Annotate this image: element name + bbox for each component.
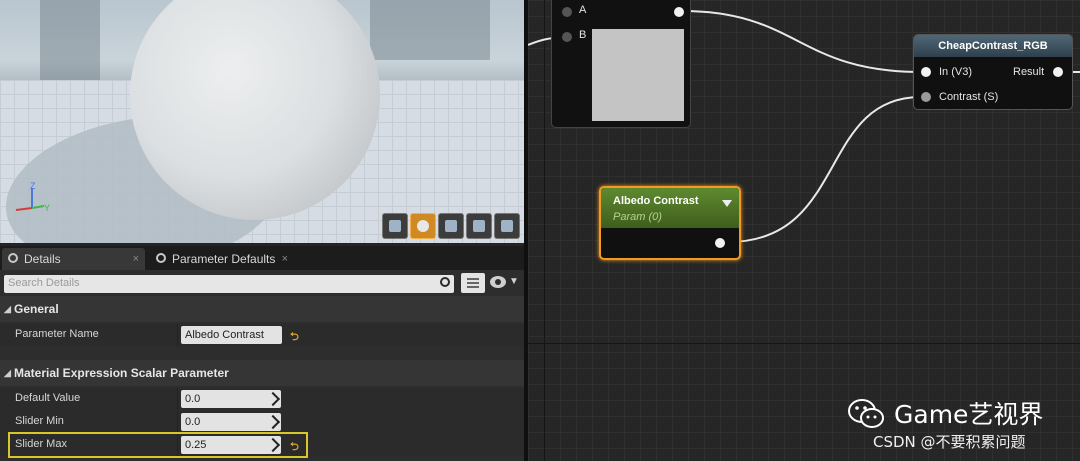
- background-building: [370, 0, 490, 60]
- cheapcontrast-title: CheapContrast_RGB: [914, 35, 1072, 57]
- chevron-down-icon[interactable]: ▼: [509, 276, 519, 287]
- axis-gizmo-icon: Z Y: [15, 181, 50, 213]
- lerp-node[interactable]: A B: [551, 0, 691, 128]
- left-panel: Z Y Details × Parameter Defaults × Searc…: [0, 0, 524, 461]
- albedo-contrast-node[interactable]: Albedo Contrast Param (0): [599, 186, 741, 260]
- in-pin-dot[interactable]: [921, 67, 931, 77]
- pin-b-dot[interactable]: [562, 32, 572, 42]
- cube-icon: [473, 220, 485, 232]
- section-scalar-parameter[interactable]: ◢ Material Expression Scalar Parameter: [0, 360, 524, 386]
- tab-details-label: Details: [24, 252, 61, 266]
- drag-handle-icon[interactable]: [265, 414, 281, 430]
- default-value-label: Default Value: [15, 392, 81, 404]
- pin-b-label: B: [579, 29, 587, 41]
- albedo-node-title: Albedo Contrast: [613, 195, 699, 207]
- tab-parameter-defaults[interactable]: Parameter Defaults ×: [150, 248, 294, 270]
- slider-min-label: Slider Min: [15, 415, 64, 427]
- preview-shape-toolbar: [382, 213, 520, 239]
- chevron-down-icon[interactable]: [722, 200, 732, 207]
- plane-icon: [445, 220, 457, 232]
- albedo-node-subtitle: Param (0): [613, 211, 662, 223]
- custom-mesh-preview-button[interactable]: [494, 213, 520, 239]
- collapse-arrow-icon[interactable]: ◢: [4, 360, 11, 386]
- parameter-icon: [156, 253, 166, 263]
- parameter-name-label: Parameter Name: [15, 328, 99, 340]
- albedo-node-header: Albedo Contrast Param (0): [601, 188, 739, 228]
- result-pin-dot[interactable]: [1053, 67, 1063, 77]
- plane-preview-button[interactable]: [438, 213, 464, 239]
- node-preview-swatch: [592, 29, 684, 121]
- column-divider[interactable]: [177, 411, 178, 433]
- wechat-icon: [848, 399, 884, 428]
- in-pin-label: In (V3): [939, 66, 973, 78]
- sphere-preview-button[interactable]: [410, 213, 436, 239]
- property-row-parameter-name: Parameter Name Albedo Contrast ⮌: [0, 324, 524, 346]
- tab-parameter-defaults-label: Parameter Defaults: [172, 252, 276, 266]
- contrast-pin-label: Contrast (S): [939, 91, 999, 103]
- material-preview-viewport[interactable]: Z Y: [0, 0, 524, 243]
- column-divider[interactable]: [177, 388, 178, 410]
- material-graph-canvas[interactable]: A B CheapContrast_RGB In (V3) Contrast (…: [528, 0, 1080, 461]
- cube-preview-button[interactable]: [466, 213, 492, 239]
- sphere-icon: [417, 220, 429, 232]
- background-building: [40, 0, 100, 80]
- slider-min-field[interactable]: 0.0: [181, 413, 281, 431]
- albedo-output-pin-dot[interactable]: [715, 238, 725, 248]
- teapot-icon: [501, 220, 513, 232]
- section-scalar-title: Material Expression Scalar Parameter: [14, 366, 229, 380]
- property-row-default-value: Default Value 0.0: [0, 388, 524, 410]
- parameter-name-value: Albedo Contrast: [185, 329, 264, 341]
- watermark-title: Game艺视界: [894, 400, 1044, 429]
- annotation-highlight-box: [8, 432, 308, 458]
- contrast-pin-dot[interactable]: [921, 92, 931, 102]
- slider-min-value: 0.0: [185, 416, 201, 428]
- details-panel: Search Details ▼ ◢ General Parameter Nam…: [0, 270, 524, 461]
- wire-to-contrast: [727, 96, 922, 243]
- pin-a-label: A: [579, 4, 587, 16]
- search-placeholder: Search Details: [8, 277, 80, 289]
- search-icon[interactable]: [440, 277, 450, 287]
- column-divider[interactable]: [177, 324, 178, 346]
- panel-tabs: Details × Parameter Defaults ×: [0, 246, 524, 270]
- pin-a-dot[interactable]: [562, 7, 572, 17]
- close-icon[interactable]: ×: [282, 248, 288, 270]
- axis-z-label: Z: [30, 181, 36, 191]
- cylinder-icon: [389, 220, 401, 232]
- section-general-title: General: [14, 302, 59, 316]
- search-input[interactable]: Search Details: [4, 275, 454, 293]
- watermark-subtitle: CSDN @不要积累问题: [873, 433, 1026, 451]
- wire-to-in: [681, 10, 922, 73]
- default-value-field[interactable]: 0.0: [181, 390, 281, 408]
- property-row-slider-min: Slider Min 0.0: [0, 411, 524, 433]
- reset-to-default-icon[interactable]: ⮌: [290, 328, 299, 347]
- parameter-name-field[interactable]: Albedo Contrast: [181, 326, 282, 344]
- cheapcontrast-node[interactable]: CheapContrast_RGB In (V3) Contrast (S) R…: [913, 34, 1073, 110]
- tab-details[interactable]: Details ×: [2, 248, 145, 270]
- output-pin-dot[interactable]: [674, 7, 684, 17]
- close-icon[interactable]: ×: [133, 248, 139, 270]
- axis-y-label: Y: [44, 203, 50, 213]
- section-general[interactable]: ◢ General: [0, 296, 524, 322]
- drag-handle-icon[interactable]: [265, 391, 281, 407]
- default-value-value: 0.0: [185, 393, 201, 405]
- details-icon: [8, 253, 18, 263]
- result-pin-label: Result: [1013, 66, 1045, 78]
- property-matrix-button[interactable]: [461, 273, 485, 293]
- eye-icon[interactable]: [490, 276, 506, 288]
- cylinder-preview-button[interactable]: [382, 213, 408, 239]
- collapse-arrow-icon[interactable]: ◢: [4, 296, 11, 322]
